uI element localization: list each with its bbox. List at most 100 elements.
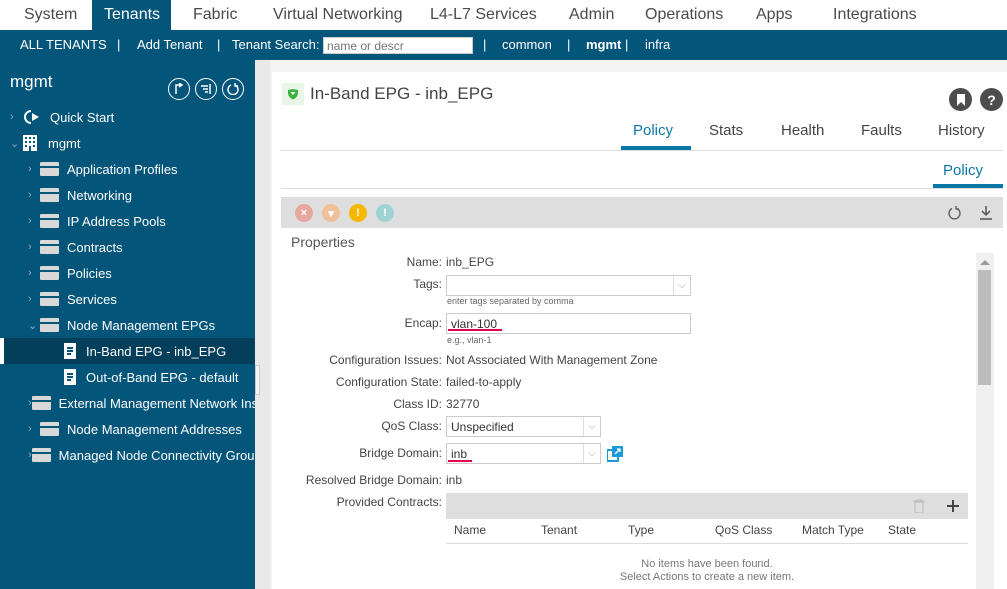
all-tenants-link[interactable]: ALL TENANTS bbox=[20, 37, 107, 52]
chevron-right-icon[interactable]: › bbox=[28, 267, 40, 279]
column-header-tenant[interactable]: Tenant bbox=[541, 523, 577, 537]
provided-contracts-label: Provided Contracts: bbox=[336, 495, 442, 509]
separator: | bbox=[625, 37, 629, 52]
delete-icon[interactable] bbox=[913, 499, 925, 513]
chevron-right-icon[interactable]: › bbox=[28, 293, 40, 305]
vertical-scrollbar[interactable] bbox=[976, 253, 994, 589]
epg-shield-icon bbox=[282, 83, 304, 105]
document-icon bbox=[64, 343, 76, 359]
separator: | bbox=[117, 37, 121, 52]
chevron-right-icon[interactable]: › bbox=[28, 189, 40, 201]
chevron-right-icon[interactable]: › bbox=[28, 215, 40, 227]
bookmark-button[interactable] bbox=[949, 88, 972, 111]
add-tenant-link[interactable]: Add Tenant bbox=[137, 37, 203, 52]
scrollbar-thumb[interactable] bbox=[978, 270, 991, 385]
chevron-right-icon[interactable]: › bbox=[28, 163, 40, 175]
download-icon[interactable] bbox=[980, 206, 992, 220]
bookmark-icon bbox=[956, 93, 965, 106]
tree-item-quick-start[interactable]: › Quick Start bbox=[0, 104, 255, 130]
tree-item-networking[interactable]: › Networking bbox=[0, 182, 255, 208]
tree-item-application-profiles[interactable]: › Application Profiles bbox=[0, 156, 255, 182]
tree-item-node-management-epgs[interactable]: ⌄ Node Management EPGs bbox=[0, 312, 255, 338]
column-header-qos-class[interactable]: QoS Class bbox=[715, 523, 772, 537]
scroll-up-icon[interactable] bbox=[980, 259, 990, 265]
subtab-policy[interactable]: Policy bbox=[943, 162, 983, 179]
major-fault-icon[interactable]: ▾ bbox=[322, 204, 340, 222]
tree-item-node-management-addresses[interactable]: › Node Management Addresses bbox=[0, 416, 255, 442]
folder-icon bbox=[40, 292, 59, 306]
tab-health[interactable]: Health bbox=[781, 122, 824, 139]
folder-icon bbox=[40, 214, 59, 228]
chevron-right-icon[interactable]: › bbox=[28, 241, 40, 253]
column-header-state[interactable]: State bbox=[888, 523, 916, 537]
chevron-down-icon[interactable]: ⌄ bbox=[10, 137, 22, 150]
tree-item-services[interactable]: › Services bbox=[0, 286, 255, 312]
tab-integrations[interactable]: Integrations bbox=[833, 0, 917, 30]
tab-policy[interactable]: Policy bbox=[633, 122, 673, 139]
chevron-down-icon[interactable]: ⌄ bbox=[28, 319, 40, 332]
warning-fault-icon[interactable]: ! bbox=[376, 204, 394, 222]
tree-item-label: External Management Network Instance Pro… bbox=[58, 395, 255, 411]
annotation-underline bbox=[448, 329, 502, 331]
qos-class-select[interactable]: Unspecified ⌵ bbox=[446, 416, 601, 437]
sidebar-collapse-button[interactable] bbox=[195, 78, 217, 100]
column-header-name[interactable]: Name bbox=[454, 523, 486, 537]
column-header-match-type[interactable]: Match Type bbox=[802, 523, 864, 537]
folder-icon bbox=[40, 318, 59, 332]
empty-hint: Select Actions to create a new item. bbox=[619, 571, 795, 583]
add-icon[interactable] bbox=[947, 500, 959, 512]
tenant-link-common[interactable]: common bbox=[502, 37, 552, 52]
tab-apps[interactable]: Apps bbox=[756, 0, 792, 30]
tab-fabric[interactable]: Fabric bbox=[193, 0, 237, 30]
tenant-link-infra[interactable]: infra bbox=[645, 37, 670, 52]
fault-toolbar: × ▾ ! ! bbox=[281, 197, 1003, 228]
tab-admin[interactable]: Admin bbox=[569, 0, 614, 30]
tab-history[interactable]: History bbox=[938, 122, 985, 139]
chevron-down-icon[interactable]: ⌵ bbox=[583, 444, 600, 463]
sidebar-refresh-button[interactable] bbox=[222, 78, 244, 100]
chevron-right-icon[interactable]: › bbox=[28, 423, 40, 435]
column-header-type[interactable]: Type bbox=[628, 523, 654, 537]
chevron-right-icon[interactable]: › bbox=[10, 111, 22, 123]
tree-item-ip-address-pools[interactable]: › IP Address Pools bbox=[0, 208, 255, 234]
tab-virtual-networking[interactable]: Virtual Networking bbox=[273, 0, 403, 30]
tenant-search-input[interactable] bbox=[323, 37, 473, 54]
help-button[interactable]: ? bbox=[980, 88, 1003, 111]
tree-item-mgmt[interactable]: ⌄ mgmt bbox=[0, 130, 255, 156]
bridge-domain-label: Bridge Domain: bbox=[359, 446, 442, 460]
tab-stats[interactable]: Stats bbox=[709, 122, 743, 139]
class-id-value: 32770 bbox=[446, 397, 480, 411]
chevron-down-icon[interactable]: ⌵ bbox=[673, 276, 690, 295]
contracts-toolbar bbox=[446, 493, 968, 519]
tree-item-label: IP Address Pools bbox=[67, 213, 166, 229]
tree-item-policies[interactable]: › Policies bbox=[0, 260, 255, 286]
resolved-bd-value: inb bbox=[446, 473, 463, 487]
tags-input[interactable]: ⌵ bbox=[446, 275, 691, 296]
tree-item-managed-node-connectivity[interactable]: › Managed Node Connectivity Groups bbox=[0, 442, 255, 468]
refresh-icon[interactable] bbox=[948, 206, 962, 220]
tree-item-out-of-band-epg[interactable]: Out-of-Band EPG - default bbox=[0, 364, 255, 390]
bridge-domain-value: inb bbox=[451, 447, 468, 461]
chevron-down-icon[interactable]: ⌵ bbox=[583, 417, 600, 436]
minor-fault-icon[interactable]: ! bbox=[349, 204, 367, 222]
tab-system[interactable]: System bbox=[0, 0, 92, 30]
separator: | bbox=[567, 37, 571, 52]
tab-l4-l7-services[interactable]: L4-L7 Services bbox=[430, 0, 537, 30]
tree-item-label: Application Profiles bbox=[67, 161, 178, 177]
tree-item-contracts[interactable]: › Contracts bbox=[0, 234, 255, 260]
sidebar: mgmt › Quick Start ⌄ mgmt › Application … bbox=[0, 60, 255, 589]
tree-item-label: Policies bbox=[67, 265, 112, 281]
tree-item-external-management-network[interactable]: › External Management Network Instance P… bbox=[0, 390, 255, 416]
sidebar-back-button[interactable] bbox=[168, 78, 190, 100]
folder-icon bbox=[31, 448, 51, 462]
sidebar-resize-gutter[interactable] bbox=[255, 60, 270, 589]
tab-operations[interactable]: Operations bbox=[645, 0, 723, 30]
critical-fault-icon[interactable]: × bbox=[295, 204, 313, 222]
tree-item-in-band-epg[interactable]: In-Band EPG - inb_EPG bbox=[0, 338, 255, 364]
collapse-handle[interactable] bbox=[255, 365, 260, 395]
tenant-link-mgmt[interactable]: mgmt bbox=[586, 37, 621, 52]
tab-tenants[interactable]: Tenants bbox=[92, 0, 171, 30]
open-external-icon[interactable] bbox=[607, 446, 623, 462]
tab-faults[interactable]: Faults bbox=[861, 122, 902, 139]
quick-start-icon bbox=[24, 110, 39, 124]
